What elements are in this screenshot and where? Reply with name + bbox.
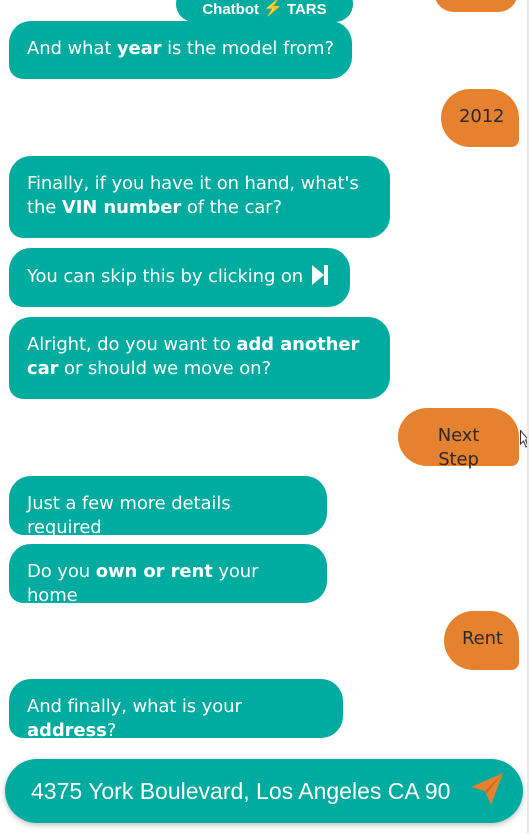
- message-text: of the car?: [181, 197, 282, 218]
- reply-text: Next Step: [437, 425, 480, 470]
- message-emphasis: year: [116, 38, 162, 59]
- branding-brand: TARS: [286, 1, 327, 18]
- bot-message-vin: Finally, if you have it on hand, what's …: [9, 156, 390, 238]
- reply-text: 2012: [459, 106, 505, 127]
- message-text: Alright, do you want to: [27, 334, 237, 355]
- message-composer: [5, 759, 523, 823]
- message-text: is the model from?: [161, 38, 334, 59]
- message-emphasis: add another: [236, 334, 360, 355]
- message-text: Just a few more details required: [27, 493, 231, 538]
- message-text: the: [27, 197, 62, 218]
- message-text: You can skip this by clicking on: [27, 266, 304, 287]
- message-text: And finally, what is your: [27, 696, 242, 717]
- branding-name: Chatbot: [202, 1, 259, 18]
- message-emphasis: own or rent: [95, 561, 213, 582]
- message-emphasis: VIN number: [61, 197, 182, 218]
- bot-message-address: And finally, what is your address?: [9, 679, 343, 741]
- message-text: Do you: [27, 561, 96, 582]
- bot-message-own-rent: Do you own or rent your home: [9, 544, 327, 606]
- message-text: or should we move on?: [58, 358, 271, 379]
- bot-message-skip: You can skip this by clicking on: [9, 248, 350, 307]
- bot-message-add-car: Alright, do you want to add another car …: [9, 317, 390, 399]
- user-reply-next-step: Next Step: [398, 408, 519, 470]
- bot-message-year: And what year is the model from?: [9, 21, 352, 79]
- previous-user-bubble-fragment: [434, 0, 518, 12]
- skip-next-icon[interactable]: [311, 264, 329, 293]
- send-paper-plane-icon: [469, 771, 505, 811]
- chatbot-branding-badge[interactable]: Chatbot ⚡ TARS: [176, 0, 353, 22]
- message-emphasis: address: [27, 720, 107, 741]
- message-emphasis: car: [27, 358, 59, 379]
- send-button[interactable]: [467, 771, 507, 811]
- lightning-bolt-icon: ⚡: [263, 0, 283, 17]
- chat-window: Chatbot ⚡ TARS And what year is the mode…: [0, 0, 529, 833]
- user-reply-year: 2012: [441, 89, 519, 147]
- user-reply-rent: Rent: [444, 611, 519, 670]
- bot-message-details: Just a few more details required: [9, 476, 327, 538]
- message-text: Finally, if you have it on hand, what's: [27, 173, 359, 194]
- reply-text: Rent: [462, 628, 503, 649]
- message-text: And what: [27, 38, 117, 59]
- message-text: ?: [106, 720, 117, 741]
- message-input[interactable]: [31, 777, 459, 805]
